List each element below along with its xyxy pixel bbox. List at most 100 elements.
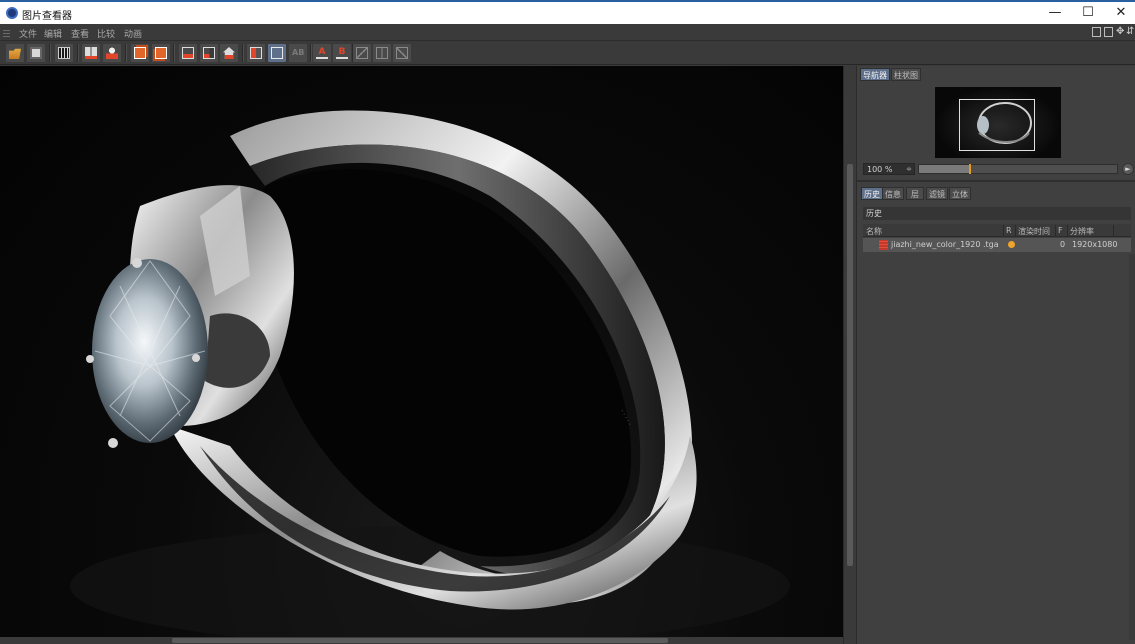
layout-split-icon[interactable]: [1104, 27, 1113, 37]
column-name[interactable]: 名称: [866, 226, 882, 237]
history-row[interactable]: jiazhi_new_color_1920 .tga 0 1920x1080: [863, 238, 1131, 252]
copy-left-button[interactable]: [131, 44, 149, 62]
menu-compare[interactable]: 比较: [97, 27, 115, 40]
zoom-slider-handle[interactable]: [969, 164, 971, 174]
column-r[interactable]: R: [1006, 226, 1012, 235]
move-icon[interactable]: ✥: [1116, 27, 1125, 37]
history-section-title: 历史: [863, 207, 1131, 220]
zoom-input[interactable]: 100 % ≑: [863, 163, 915, 175]
column-divider: [1015, 225, 1016, 236]
copy-right-icon: [155, 47, 167, 59]
close-button[interactable]: ✕: [1106, 4, 1135, 22]
image-file-icon: [879, 240, 888, 250]
zoom-spinner-icon[interactable]: ≑: [906, 164, 912, 175]
user-icon: [106, 47, 118, 59]
tab-navigator[interactable]: 导航器: [860, 68, 890, 81]
tab-histogram[interactable]: 柱状图: [891, 68, 921, 81]
navigator-thumbnail[interactable]: [935, 87, 1061, 158]
set-b-icon: B: [336, 47, 348, 59]
compare-2-button[interactable]: [373, 44, 391, 62]
menu-bar: 文件 编辑 查看 比较 动画 ✥ ⇵: [0, 24, 1135, 41]
open-button[interactable]: [6, 44, 24, 62]
user-button[interactable]: [103, 44, 121, 62]
toolbar: AB A B: [0, 41, 1135, 65]
menu-view[interactable]: 查看: [71, 27, 89, 40]
filmstrip-button[interactable]: [55, 44, 73, 62]
zoom-slider[interactable]: [918, 164, 1118, 174]
copy-right-button[interactable]: [152, 44, 170, 62]
ab-split-icon: [250, 47, 262, 59]
scroll-thumb[interactable]: [172, 638, 668, 643]
toolbar-separator: [49, 44, 51, 62]
tab-info[interactable]: 信息: [882, 187, 904, 200]
filmstrip-icon: [58, 47, 70, 59]
panel-divider[interactable]: [857, 180, 1135, 182]
zoom-controls: 100 % ≑ ►: [863, 163, 1134, 176]
toolbar-separator: [173, 44, 175, 62]
render-status-dot: [1008, 241, 1015, 248]
column-divider: [1113, 225, 1114, 236]
column-f[interactable]: F: [1058, 226, 1063, 235]
save-icon: [30, 47, 42, 59]
home-icon: [223, 47, 235, 59]
maximize-button[interactable]: ☐: [1073, 4, 1103, 22]
save-button[interactable]: [27, 44, 45, 62]
menu-animation[interactable]: 动画: [124, 27, 142, 40]
open-icon: [9, 48, 21, 59]
ab-off-button[interactable]: AB: [289, 44, 307, 62]
column-divider: [1067, 225, 1068, 236]
column-divider: [1055, 225, 1056, 236]
column-divider: [1003, 225, 1004, 236]
menu-file[interactable]: 文件: [19, 27, 37, 40]
column-resolution[interactable]: 分辨率: [1070, 226, 1094, 237]
column-render-time[interactable]: 渲染时间: [1018, 226, 1050, 237]
compare-3-button[interactable]: [393, 44, 411, 62]
menu-edit[interactable]: 编辑: [44, 27, 62, 40]
region-b-icon: [203, 47, 215, 59]
toolbar-separator: [125, 44, 127, 62]
region-a-icon: [182, 47, 194, 59]
history-row-f: 0: [1060, 240, 1066, 249]
compare-2-icon: [376, 47, 388, 59]
compare-1-icon: [356, 47, 368, 59]
ab-toggle-button[interactable]: [268, 44, 286, 62]
vertical-scrollbar[interactable]: [843, 66, 855, 644]
tab-stereo[interactable]: 立体: [949, 187, 971, 200]
compare-3-icon: [396, 47, 408, 59]
ring-render-image: · · · · ·: [70, 110, 790, 637]
horizontal-scrollbar[interactable]: [0, 637, 843, 644]
history-row-resolution: 1920x1080: [1072, 240, 1118, 249]
toolbar-separator: [242, 44, 244, 62]
minimize-button[interactable]: —: [1040, 4, 1070, 22]
channels-button[interactable]: [82, 44, 100, 62]
tab-layers[interactable]: 层: [906, 187, 924, 200]
set-a-icon: A: [316, 47, 328, 59]
history-row-name: jiazhi_new_color_1920 .tga: [891, 240, 999, 249]
image-viewport[interactable]: · · · · ·: [0, 66, 843, 637]
ab-toggle-icon: [271, 47, 283, 59]
set-b-button[interactable]: B: [333, 44, 351, 62]
history-column-header: 名称 R 渲染时间 F 分辨率: [863, 224, 1131, 237]
region-b-button[interactable]: [200, 44, 218, 62]
app-icon: [6, 7, 18, 19]
zoom-value: 100 %: [867, 165, 893, 174]
ab-split-button[interactable]: [247, 44, 265, 62]
tab-filters[interactable]: 滤镜: [926, 187, 948, 200]
picture-viewer-window: 图片查看器 — ☐ ✕ 文件 编辑 查看 比较 动画 ✥ ⇵ AB A B · …: [0, 0, 1135, 644]
toolbar-separator: [310, 44, 312, 62]
region-a-button[interactable]: [179, 44, 197, 62]
viewport-frame[interactable]: [959, 99, 1035, 151]
title-bar: 图片查看器 — ☐ ✕: [0, 0, 1135, 24]
copy-left-icon: [134, 47, 146, 59]
history-scrollbar[interactable]: [1129, 254, 1135, 640]
tab-history[interactable]: 历史: [861, 187, 883, 200]
set-a-button[interactable]: A: [313, 44, 331, 62]
side-panel: 导航器 柱状图 100 % ≑ ► 历史 信息 层 滤镜 立体 历史 名称 R …: [856, 66, 1135, 644]
scroll-thumb[interactable]: [847, 164, 853, 566]
dock-icon[interactable]: ⇵: [1126, 27, 1135, 37]
home-button[interactable]: [220, 44, 238, 62]
window-title: 图片查看器: [22, 11, 72, 22]
zoom-menu-arrow-icon[interactable]: ►: [1122, 163, 1134, 175]
compare-1-button[interactable]: [353, 44, 371, 62]
layout-panel-icon[interactable]: [1092, 27, 1101, 37]
